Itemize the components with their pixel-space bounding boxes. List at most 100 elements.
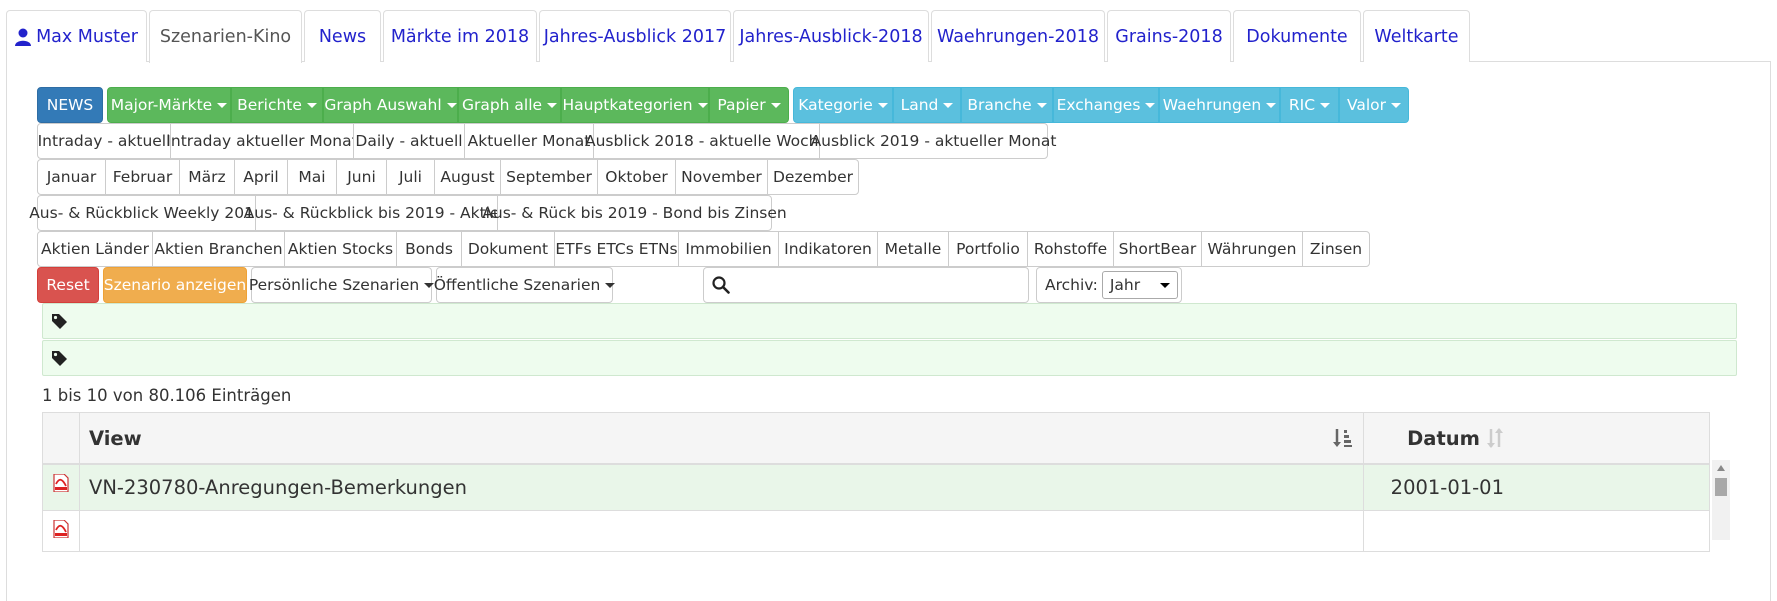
scroll-up-icon[interactable] (1717, 465, 1725, 471)
category-rohstoffe[interactable]: Rohstoffe (1027, 231, 1114, 267)
period-ausblick-2018[interactable]: Ausblick 2018 - aktuelle Woche (585, 123, 828, 159)
review-aktien-2019[interactable]: Aus- & Rückblick bis 2019 - Aktien (244, 195, 509, 231)
period-daily-aktuell[interactable]: Daily - aktuell (353, 123, 465, 159)
tab-jahres-ausblick-2017[interactable]: Jahres-Ausblick 2017 (539, 10, 731, 62)
waehrungen-dropdown[interactable]: Waehrungen (1159, 87, 1280, 123)
category-label: Indikatoren (784, 240, 872, 258)
month-label: November (681, 168, 762, 186)
month-juli[interactable]: Juli (386, 159, 435, 195)
category-aktien-branchen[interactable]: Aktien Branchen (152, 231, 285, 267)
table-row[interactable] (43, 511, 1709, 551)
graph-auswahl-dropdown[interactable]: Graph Auswahl (323, 87, 458, 123)
tab-news[interactable]: News (304, 10, 381, 62)
tab-szenarien-kino[interactable]: Szenarien-Kino (149, 10, 302, 63)
dropdown-label: Kategorie (798, 96, 873, 114)
row-datum-cell: 2001-01-01 (1390, 476, 1504, 499)
month-januar[interactable]: Januar (37, 159, 106, 195)
tag-filter-bar[interactable] (42, 340, 1737, 376)
period-intraday-aktuell[interactable]: Intraday - aktuell (37, 123, 171, 159)
tag-filter-bar[interactable] (42, 303, 1737, 339)
persoenliche-szenarien-dropdown[interactable]: Persönliche Szenarien (249, 267, 435, 303)
table-row[interactable]: VN-230780-Anregungen-Bemerkungen 2001-01… (43, 465, 1709, 511)
column-datum-header[interactable]: Datum (1364, 413, 1514, 463)
month-august[interactable]: August (434, 159, 501, 195)
category-portfolio[interactable]: Portfolio (948, 231, 1028, 267)
category-immobilien[interactable]: Immobilien (678, 231, 779, 267)
category-dokument[interactable]: Dokument (461, 231, 555, 267)
search-field[interactable] (703, 267, 1029, 303)
major-maerkte-dropdown[interactable]: Major-Märkte (107, 87, 231, 123)
month-mai[interactable]: Mai (287, 159, 337, 195)
period-ausblick-2019[interactable]: Ausblick 2019 - aktueller Monat (811, 123, 1056, 159)
table-scrollbar[interactable] (1712, 460, 1730, 540)
tab-label: Szenarien-Kino (159, 27, 292, 47)
caret-down-icon (697, 102, 708, 108)
exchanges-dropdown[interactable]: Exchanges (1053, 87, 1159, 123)
valor-dropdown[interactable]: Valor (1339, 87, 1409, 123)
news-button[interactable]: NEWS (37, 87, 103, 123)
caret-down-icon (1036, 102, 1047, 108)
kategorie-dropdown[interactable]: Kategorie (793, 87, 893, 123)
period-aktueller-monat[interactable]: Aktueller Monat (464, 123, 594, 159)
tab-grains-2018[interactable]: Grains-2018 (1107, 10, 1231, 62)
category-label: Aktien Stocks (287, 240, 394, 258)
graph-alle-dropdown[interactable]: Graph alle (458, 87, 561, 123)
month-maerz[interactable]: März (179, 159, 235, 195)
show-label: Szenario anzeigen (103, 276, 247, 294)
column-view-header[interactable]: View (80, 413, 1364, 463)
tab-user-profile[interactable]: Max Muster (6, 10, 147, 62)
archiv-select[interactable]: Jahr (1101, 271, 1178, 299)
dropdown-label: Waehrungen (1162, 96, 1262, 114)
month-juni[interactable]: Juni (336, 159, 387, 195)
category-shortbear[interactable]: ShortBear (1113, 231, 1202, 267)
caret-down-icon (446, 102, 457, 108)
period-label: Daily - aktuell (355, 132, 463, 150)
category-etfs[interactable]: ETFs ETCs ETNs (554, 231, 679, 267)
caret-down-icon (770, 102, 781, 108)
scenario-table: View Datum VN-230780-Anregungen-Bemerkun… (42, 412, 1710, 552)
category-waehrungen[interactable]: Währungen (1201, 231, 1303, 267)
szenario-anzeigen-button[interactable]: Szenario anzeigen (103, 267, 247, 303)
tab-waehrungen-2018[interactable]: Waehrungen-2018 (931, 10, 1105, 62)
tab-jahres-ausblick-2018[interactable]: Jahres-Ausblick-2018 (733, 10, 929, 62)
hauptkategorien-dropdown[interactable]: Hauptkategorien (561, 87, 709, 123)
month-label: August (440, 168, 495, 186)
period-label: Aktueller Monat (467, 132, 591, 150)
ric-dropdown[interactable]: RIC (1280, 87, 1339, 123)
pdf-icon[interactable] (43, 465, 80, 510)
pdf-icon[interactable] (43, 511, 80, 551)
reset-button[interactable]: Reset (37, 267, 99, 303)
review-weekly-2018[interactable]: Aus- & Rückblick Weekly 2018 (29, 195, 264, 231)
berichte-dropdown[interactable]: Berichte (231, 87, 323, 123)
papier-dropdown[interactable]: Papier (709, 87, 789, 123)
oeffentliche-szenarien-dropdown[interactable]: Öffentliche Szenarien (434, 267, 616, 303)
month-dezember[interactable]: Dezember (767, 159, 859, 195)
tab-dokumente[interactable]: Dokumente (1233, 10, 1361, 62)
month-oktober[interactable]: Oktober (597, 159, 676, 195)
month-label: Februar (112, 168, 173, 186)
period-intraday-monat[interactable]: Intraday aktueller Monat (166, 123, 358, 159)
category-indikatoren[interactable]: Indikatoren (778, 231, 878, 267)
category-label: Metalle (884, 240, 942, 258)
branche-dropdown[interactable]: Branche (961, 87, 1053, 123)
review-bond-zinsen-2019[interactable]: Aus- & Rück bis 2019 - Bond bis Zinsen (482, 195, 787, 231)
month-september[interactable]: September (500, 159, 598, 195)
land-dropdown[interactable]: Land (893, 87, 961, 123)
tab-weltkarte[interactable]: Weltkarte (1363, 10, 1470, 62)
dropdown-label: Major-Märkte (110, 96, 213, 114)
dropdown-label: Graph alle (461, 96, 543, 114)
month-februar[interactable]: Februar (105, 159, 180, 195)
category-metalle[interactable]: Metalle (877, 231, 949, 267)
column-icon-header (43, 413, 80, 463)
category-zinsen[interactable]: Zinsen (1302, 231, 1370, 267)
category-bonds[interactable]: Bonds (396, 231, 462, 267)
month-november[interactable]: November (675, 159, 768, 195)
scroll-thumb[interactable] (1715, 478, 1727, 496)
month-label: April (243, 168, 279, 186)
category-aktien-laender[interactable]: Aktien Länder (37, 231, 153, 267)
tab-maerkte-2018[interactable]: Märkte im 2018 (383, 10, 537, 62)
month-april[interactable]: April (234, 159, 288, 195)
category-aktien-stocks[interactable]: Aktien Stocks (284, 231, 397, 267)
search-input[interactable] (738, 270, 1023, 300)
column-label: View (89, 426, 142, 450)
